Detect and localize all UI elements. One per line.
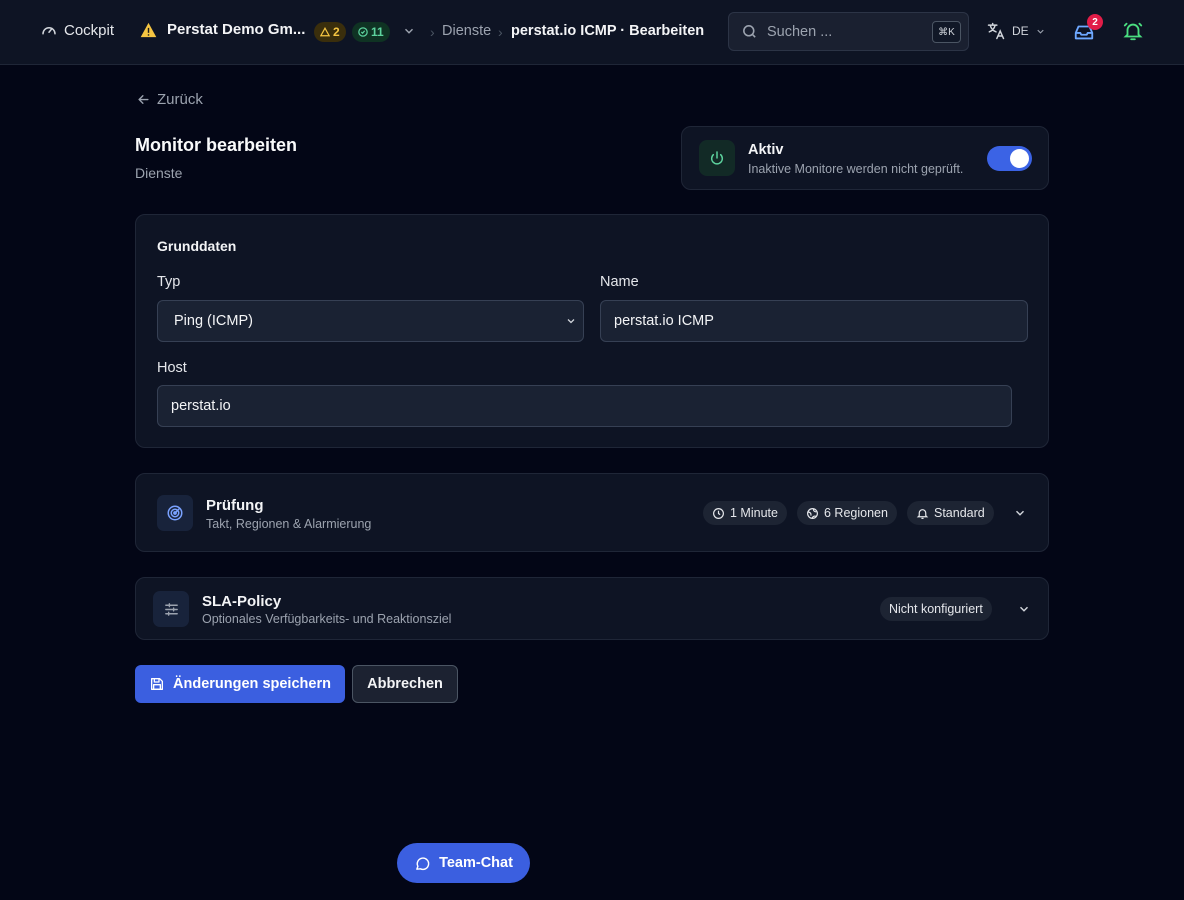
sla-status-chip: Nicht konfiguriert — [880, 597, 992, 621]
warning-small-icon — [320, 27, 330, 37]
radar-icon — [157, 495, 193, 531]
active-description: Inaktive Monitore werden nicht geprüft. — [748, 162, 964, 176]
type-value: Ping (ICMP) — [174, 313, 253, 329]
org-switcher[interactable]: Perstat Demo Gm... — [140, 21, 305, 38]
breadcrumb-separator-icon: › — [430, 24, 435, 40]
sla-title: SLA-Policy — [202, 593, 282, 610]
sla-policy-section[interactable]: SLA-Policy Optionales Verfügbarkeits- un… — [135, 577, 1049, 640]
arrow-left-icon — [136, 92, 151, 107]
notifications-bell-button[interactable] — [1122, 20, 1144, 42]
warning-triangle-icon — [140, 22, 157, 38]
back-label: Zurück — [157, 91, 203, 108]
save-icon — [149, 676, 165, 692]
bell-icon — [916, 507, 929, 520]
power-icon — [699, 140, 735, 176]
cancel-button[interactable]: Abbrechen — [352, 665, 458, 703]
ok-count: 11 — [371, 25, 384, 39]
grunddaten-title: Grunddaten — [157, 238, 237, 254]
translate-icon — [986, 21, 1006, 41]
back-link[interactable]: Zurück — [136, 91, 203, 108]
regions-chip: 6 Regionen — [797, 501, 897, 525]
page-title: Monitor bearbeiten — [135, 135, 298, 155]
name-input[interactable]: perstat.io ICMP — [600, 300, 1028, 342]
page-subtitle: Dienste — [135, 165, 183, 181]
search-placeholder: Suchen ... — [767, 23, 833, 40]
ok-count-badge[interactable]: 11 — [352, 22, 390, 42]
language-switcher[interactable]: DE — [986, 21, 1046, 41]
type-select[interactable]: Ping (ICMP) — [157, 300, 584, 342]
save-button[interactable]: Änderungen speichern — [135, 665, 345, 703]
search-icon — [741, 23, 758, 40]
pruefung-section[interactable]: Prüfung Takt, Regionen & Alarmierung 1 M… — [135, 473, 1049, 552]
host-label: Host — [157, 360, 187, 376]
warning-count: 2 — [333, 25, 340, 39]
language-code: DE — [1012, 24, 1029, 38]
interval-value: 1 Minute — [730, 506, 778, 520]
type-label: Typ — [157, 274, 181, 290]
interval-chip: 1 Minute — [703, 501, 787, 525]
globe-icon — [806, 507, 819, 520]
search-input[interactable]: Suchen ... ⌘K — [728, 12, 969, 51]
cockpit-label: Cockpit — [64, 21, 115, 39]
team-chat-button[interactable]: Team-Chat — [397, 843, 530, 883]
breadcrumb-current: perstat.io ICMP · Bearbeiten — [511, 23, 705, 39]
chevron-down-icon — [1035, 26, 1046, 37]
org-name: Perstat Demo Gm... — [167, 21, 306, 38]
active-toggle[interactable] — [987, 146, 1032, 171]
gauge-icon — [40, 21, 58, 39]
team-chat-label: Team-Chat — [439, 855, 513, 871]
bell-icon — [1122, 20, 1144, 42]
breadcrumb-dienste[interactable]: Dienste — [442, 23, 491, 39]
host-input[interactable]: perstat.io — [157, 385, 1012, 427]
name-value: perstat.io ICMP — [614, 313, 714, 329]
clock-icon — [712, 507, 725, 520]
warning-count-badge[interactable]: 2 — [314, 22, 346, 42]
sliders-icon — [153, 591, 189, 627]
regions-value: 6 Regionen — [824, 506, 888, 520]
cockpit-link[interactable]: Cockpit — [40, 21, 114, 39]
name-label: Name — [600, 274, 639, 290]
chevron-down-icon[interactable] — [1017, 602, 1031, 616]
save-label: Änderungen speichern — [173, 676, 331, 692]
check-circle-icon — [358, 27, 368, 37]
toggle-knob — [1010, 149, 1029, 168]
alerting-value: Standard — [934, 506, 985, 520]
search-shortcut: ⌘K — [932, 21, 961, 43]
breadcrumb-separator-icon: › — [498, 24, 503, 40]
chat-bubble-icon — [414, 855, 431, 872]
host-value: perstat.io — [171, 398, 231, 414]
chevron-down-icon[interactable] — [1013, 506, 1027, 520]
chevron-down-icon — [565, 315, 577, 327]
pruefung-title: Prüfung — [206, 497, 264, 514]
chevron-down-icon[interactable] — [402, 24, 416, 38]
alerting-chip: Standard — [907, 501, 994, 525]
active-status-card: Aktiv Inaktive Monitore werden nicht gep… — [681, 126, 1049, 190]
inbox-count-badge: 2 — [1087, 14, 1103, 30]
top-bar: Cockpit Perstat Demo Gm... 2 11 › Dienst… — [0, 0, 1184, 65]
sla-description: Optionales Verfügbarkeits- und Reaktions… — [202, 612, 452, 626]
pruefung-description: Takt, Regionen & Alarmierung — [206, 517, 372, 531]
grunddaten-card: Grunddaten Typ Ping (ICMP) Name perstat.… — [135, 214, 1049, 448]
active-title: Aktiv — [748, 142, 784, 158]
